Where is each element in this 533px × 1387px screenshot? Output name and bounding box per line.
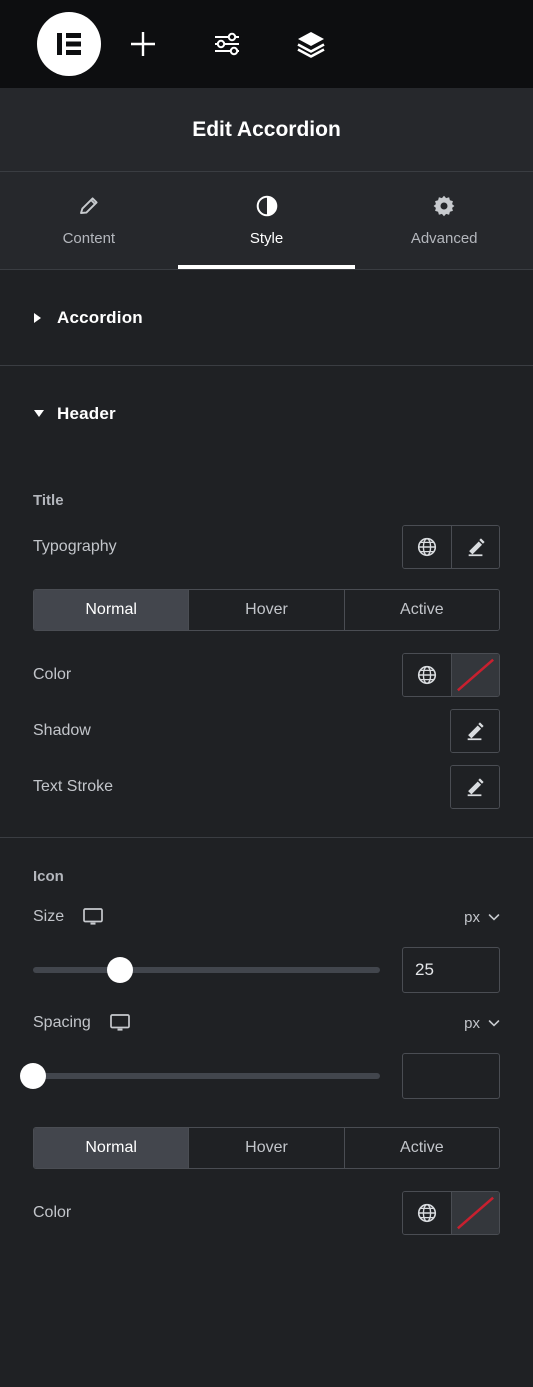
- title-color-globe-button[interactable]: [403, 654, 451, 696]
- slider-track: [33, 967, 380, 973]
- desktop-icon[interactable]: [82, 907, 104, 927]
- icon-color-swatch[interactable]: [451, 1192, 499, 1234]
- typography-row: Typography: [33, 519, 500, 575]
- typography-control: [402, 525, 500, 569]
- pencil-icon: [464, 776, 486, 798]
- icon-color-label: Color: [33, 1204, 72, 1221]
- shadow-control: [450, 709, 500, 753]
- icon-color-row: Color: [33, 1185, 500, 1241]
- pencil-icon: [464, 720, 486, 742]
- icon-size-header: Size px: [33, 895, 500, 939]
- section-header-label: Header: [57, 404, 116, 423]
- shadow-label: Shadow: [33, 722, 91, 739]
- text-stroke-control: [450, 765, 500, 809]
- icon-state-normal[interactable]: Normal: [34, 1128, 189, 1168]
- icon-spacing-unit-value: px: [464, 1014, 480, 1032]
- chevron-down-icon: [488, 1019, 500, 1027]
- icon-spacing-slider-row: [20, 1045, 500, 1107]
- icon-group-label: Icon: [33, 868, 64, 885]
- title-color-swatch[interactable]: [451, 654, 499, 696]
- sliders-icon: [211, 28, 243, 60]
- tab-content-label: Content: [62, 229, 116, 247]
- slider-track: [33, 1073, 380, 1079]
- panel-tabs: Content Style Advanced: [0, 172, 533, 270]
- icon-size-value-input[interactable]: 25: [402, 947, 500, 993]
- page-title: Edit Accordion: [0, 88, 533, 172]
- pencil-icon: [77, 195, 101, 217]
- tab-advanced[interactable]: Advanced: [355, 172, 533, 269]
- icon-spacing-label: Spacing: [33, 1014, 91, 1031]
- section-accordion-label: Accordion: [57, 307, 143, 327]
- text-stroke-row: Text Stroke: [33, 759, 500, 815]
- icon-spacing-unit-select[interactable]: px: [464, 1015, 500, 1032]
- icon-spacing-slider[interactable]: [20, 1063, 380, 1089]
- add-element-button[interactable]: [101, 12, 185, 76]
- title-state-hover[interactable]: Hover: [188, 590, 344, 630]
- globe-icon: [416, 536, 438, 558]
- chevron-down-icon: [33, 408, 44, 420]
- icon-state-active[interactable]: Active: [343, 1128, 499, 1168]
- icon-size-slider-row: 25: [33, 939, 500, 1001]
- panel-toolbar: [0, 0, 533, 88]
- elementor-logo-icon: [52, 27, 86, 61]
- text-stroke-edit-button[interactable]: [451, 766, 499, 808]
- shadow-edit-button[interactable]: [451, 710, 499, 752]
- shadow-row: Shadow: [33, 703, 500, 759]
- slider-handle[interactable]: [20, 1063, 46, 1089]
- elementor-editor-panel: Edit Accordion Content Style Advanced Ac…: [0, 0, 533, 1387]
- icon-state-tabs: Normal Hover Active: [33, 1127, 500, 1169]
- settings-button[interactable]: [185, 12, 269, 76]
- icon-size-unit-select[interactable]: px: [464, 909, 500, 926]
- title-color-label: Color: [33, 666, 72, 683]
- text-stroke-label: Text Stroke: [33, 778, 114, 795]
- typography-edit-button[interactable]: [451, 526, 499, 568]
- globe-icon: [416, 664, 438, 686]
- title-color-control: [402, 653, 500, 697]
- icon-color-control: [402, 1191, 500, 1235]
- icon-size-unit-value: px: [464, 908, 480, 926]
- icon-size-slider[interactable]: [33, 957, 380, 983]
- typography-label: Typography: [33, 538, 117, 555]
- title-group-label: Title: [33, 492, 64, 509]
- layers-icon: [295, 28, 327, 60]
- desktop-icon[interactable]: [109, 1013, 131, 1033]
- icon-color-globe-button[interactable]: [403, 1192, 451, 1234]
- slider-handle[interactable]: [106, 957, 133, 983]
- section-header[interactable]: Header: [0, 366, 533, 462]
- tab-advanced-label: Advanced: [410, 229, 478, 247]
- typography-globe-button[interactable]: [403, 526, 451, 568]
- tab-style-label: Style: [249, 229, 284, 247]
- icon-size-label: Size: [33, 908, 65, 925]
- gear-icon: [432, 195, 456, 217]
- contrast-icon: [255, 195, 279, 217]
- title-color-row: Color: [33, 647, 500, 703]
- chevron-right-icon: [33, 312, 43, 324]
- icon-settings-group: Icon Size px 25 Spacing px Normal Hover …: [0, 838, 533, 1241]
- icon-spacing-header: Spacing px: [33, 1001, 500, 1045]
- icon-state-hover[interactable]: Hover: [188, 1128, 344, 1168]
- title-state-normal[interactable]: Normal: [34, 590, 189, 630]
- panel-body: Accordion Header Title Typography Normal…: [0, 270, 533, 1387]
- tab-content[interactable]: Content: [0, 172, 178, 269]
- globe-icon: [416, 1202, 438, 1224]
- section-accordion[interactable]: Accordion: [0, 270, 533, 366]
- title-state-tabs: Normal Hover Active: [33, 589, 500, 631]
- navigator-button[interactable]: [269, 12, 353, 76]
- title-settings-group: Title Typography Normal Hover Active Col…: [0, 462, 533, 837]
- chevron-down-icon: [488, 913, 500, 921]
- elementor-logo-button[interactable]: [37, 12, 101, 76]
- tab-style[interactable]: Style: [177, 172, 356, 269]
- title-state-active[interactable]: Active: [343, 590, 499, 630]
- pencil-icon: [465, 536, 487, 558]
- icon-spacing-value-input[interactable]: [402, 1053, 500, 1099]
- plus-icon: [126, 27, 160, 61]
